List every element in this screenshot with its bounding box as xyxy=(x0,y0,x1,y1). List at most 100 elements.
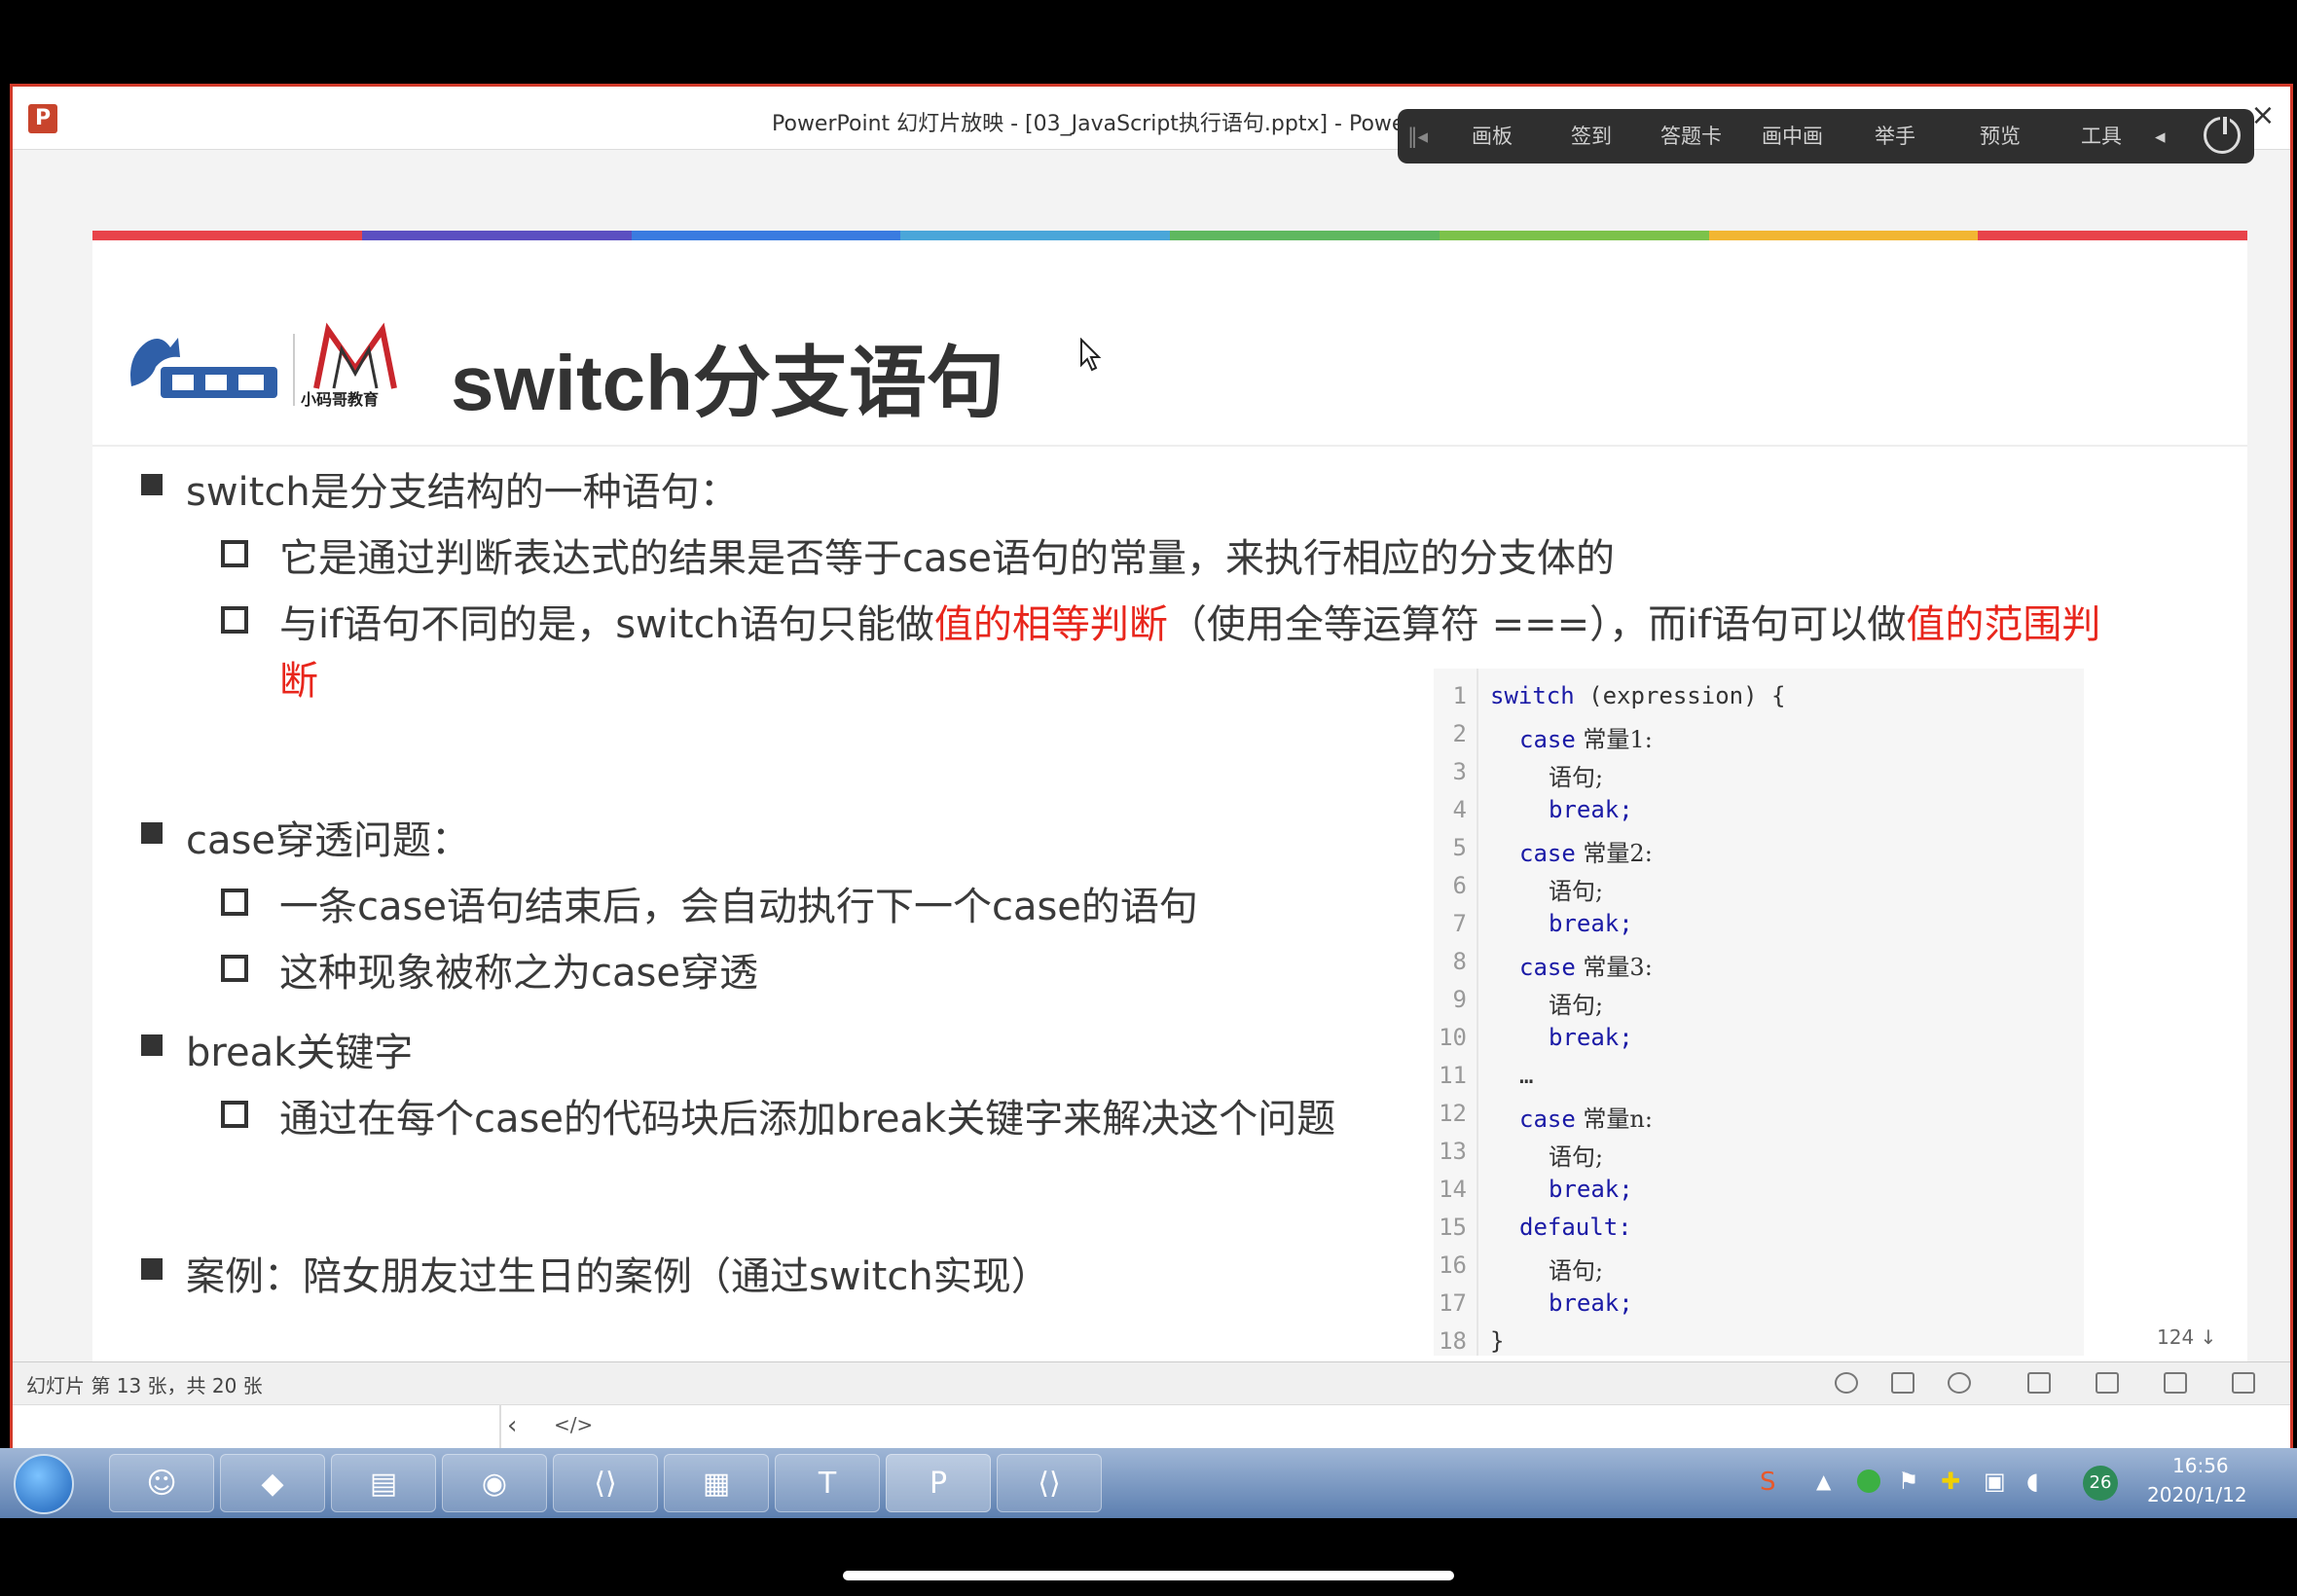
code-line: break; xyxy=(1549,796,1633,823)
taskbar-app-vscode[interactable]: ⟨⟩ xyxy=(553,1454,658,1512)
line-number: 5 xyxy=(1452,834,1467,861)
bullet-case-fallthrough: case穿透问题： xyxy=(186,818,470,863)
slide-title: switch分支语句 xyxy=(451,340,1004,426)
bullet-break-keyword: break关键字 xyxy=(186,1031,414,1075)
diamond-icon: ◆ xyxy=(261,1467,284,1501)
slide-menu-icon[interactable] xyxy=(1891,1372,1914,1394)
powerpoint-app-icon[interactable]: P xyxy=(28,104,57,133)
line-number: 2 xyxy=(1452,720,1467,747)
taskbar-app-vscode-2[interactable]: ⟨⟩ xyxy=(997,1454,1102,1512)
windows-start-button[interactable] xyxy=(14,1454,74,1514)
sub-bullet-square xyxy=(221,955,248,982)
bullet-square xyxy=(141,822,163,844)
clock-time: 16:56 xyxy=(2172,1454,2229,1477)
folder-icon: ▤ xyxy=(369,1467,398,1501)
code-line: break; xyxy=(1549,1176,1633,1203)
status-bar: 幻灯片 第 13 张，共 20 张 xyxy=(13,1361,2290,1405)
code-line: case 常量2: xyxy=(1519,834,1653,868)
code-keyword: switch xyxy=(1490,682,1575,709)
toolbar-collapse-icon[interactable]: ◂ xyxy=(2155,109,2166,163)
bullet-square xyxy=(141,1258,163,1280)
taskbar-app-explorer[interactable]: ▤ xyxy=(331,1454,436,1512)
highlight-range: 值的范围判 xyxy=(1906,602,2101,647)
windows-taskbar: ☺ ◆ ▤ ◉ ⟨⟩ ▦ T P ⟨⟩ S ▲ ⚑ ✚ ▣ ◖ xyxy=(0,1448,2297,1518)
code-line: 语句; xyxy=(1549,992,1604,1019)
code-text: 常量3: xyxy=(1575,954,1653,981)
toolbar-checkin[interactable]: 签到 xyxy=(1571,109,1612,163)
home-indicator xyxy=(843,1571,1454,1580)
code-block: 1 2 3 4 5 6 7 8 9 10 11 12 13 14 15 16 1… xyxy=(1434,669,2084,1356)
mouse-cursor-icon xyxy=(1080,338,1102,372)
code-text: 常量1: xyxy=(1575,726,1653,753)
prev-slide-icon[interactable] xyxy=(1835,1372,1858,1394)
text-segment: 与if语句不同的是，switch语句只能做 xyxy=(279,602,934,647)
taskbar-app-calendar[interactable]: ▦ xyxy=(664,1454,769,1512)
line-number: 18 xyxy=(1439,1327,1467,1355)
normal-view-icon[interactable] xyxy=(2027,1372,2051,1394)
chrome-icon: ◉ xyxy=(481,1467,508,1501)
line-number: 12 xyxy=(1439,1100,1467,1127)
sub-bullet-square xyxy=(221,889,248,916)
code-keyword: case xyxy=(1519,726,1576,753)
calendar-icon: ▦ xyxy=(702,1467,731,1501)
volume-muted-icon[interactable]: ◖ xyxy=(2026,1468,2039,1495)
action-center-flag-icon[interactable]: ⚑ xyxy=(1898,1468,1919,1495)
nav-prev-button[interactable]: ‹ xyxy=(507,1411,517,1440)
code-line: 语句; xyxy=(1549,1257,1604,1285)
logo-divider xyxy=(293,334,295,406)
taskbar-app-avatar[interactable]: ☺ xyxy=(109,1454,214,1512)
logo-caption: 小码哥教育 xyxy=(301,390,380,409)
code-view-button[interactable]: </> xyxy=(554,1413,593,1436)
toolbar-picture-in-picture[interactable]: 画中画 xyxy=(1762,109,1823,163)
code-keyword: case xyxy=(1519,954,1576,981)
text-segment: （使用全等运算符 ===），而if语句可以做 xyxy=(1167,602,1907,647)
line-number: 13 xyxy=(1439,1138,1467,1165)
slideshow-view-icon[interactable] xyxy=(2232,1372,2255,1394)
toolbar-drag-handle[interactable]: ‖◂ xyxy=(1407,109,1437,163)
sub-bullet-next-case: 一条case语句结束后，会自动执行下一个case的语句 xyxy=(279,885,1198,929)
code-line: case 常量1: xyxy=(1519,720,1653,754)
line-number: 10 xyxy=(1439,1024,1467,1051)
divider xyxy=(499,1405,501,1448)
tray-app-icon[interactable] xyxy=(1857,1469,1880,1493)
sub-bullet-case-const: 它是通过判断表达式的结果是否等于case语句的常量，来执行相应的分支体的 xyxy=(279,536,1615,581)
taskbar-app-typora[interactable]: T xyxy=(775,1454,880,1512)
line-number: 9 xyxy=(1452,986,1467,1013)
code-keyword: case xyxy=(1519,840,1576,867)
taskbar-app-sublime[interactable]: ◆ xyxy=(220,1454,325,1512)
line-number: 17 xyxy=(1439,1289,1467,1317)
slide-sorter-icon[interactable] xyxy=(2096,1372,2119,1394)
toolbar-answer-card[interactable]: 答题卡 xyxy=(1660,109,1722,163)
highlight-range-cont: 断 xyxy=(279,659,318,704)
clock-date: 2020/1/12 xyxy=(2147,1483,2247,1506)
sub-bullet-called-fallthrough: 这种现象被称之为case穿透 xyxy=(279,951,758,996)
next-slide-icon[interactable] xyxy=(1948,1372,1971,1394)
zoom-level: 124 ↓ xyxy=(2157,1325,2217,1349)
toolbar-raise-hand[interactable]: 举手 xyxy=(1875,109,1915,163)
toolbar-tools[interactable]: 工具 xyxy=(2081,109,2122,163)
network-icon[interactable]: ▣ xyxy=(1984,1468,2006,1495)
sub-bullet-add-break: 通过在每个case的代码块后添加break关键字来解决这个问题 xyxy=(279,1097,1336,1142)
notification-badge[interactable]: 26 xyxy=(2083,1466,2118,1501)
code-line: case 常量n: xyxy=(1519,1100,1653,1134)
tray-plus-icon[interactable]: ✚ xyxy=(1941,1468,1960,1495)
toolbar-preview[interactable]: 预览 xyxy=(1980,109,2021,163)
highlight-equality: 值的相等判断 xyxy=(933,602,1168,647)
tray-expand-icon[interactable]: ▲ xyxy=(1816,1469,1831,1493)
vscode-icon: ⟨⟩ xyxy=(594,1467,617,1501)
power-icon[interactable] xyxy=(2204,114,2241,154)
toolbar-whiteboard[interactable]: 画板 xyxy=(1472,109,1513,163)
taskbar-app-powerpoint[interactable]: P xyxy=(886,1454,991,1512)
line-number: 3 xyxy=(1452,758,1467,785)
taskbar-app-chrome[interactable]: ◉ xyxy=(442,1454,547,1512)
avatar-icon: ☺ xyxy=(146,1467,177,1501)
reading-view-icon[interactable] xyxy=(2164,1372,2187,1394)
sogou-input-icon[interactable]: S xyxy=(1760,1468,1776,1497)
powerpoint-window: P PowerPoint 幻灯片放映 - [03_JavaScript执行语句.… xyxy=(10,84,2293,1448)
code-text: 常量2: xyxy=(1575,840,1653,867)
sub-bullet-square xyxy=(221,606,248,634)
line-number: 15 xyxy=(1439,1214,1467,1241)
code-line: case 常量3: xyxy=(1519,948,1653,982)
code-line: break; xyxy=(1549,1024,1633,1051)
code-keyword: case xyxy=(1519,1106,1576,1133)
